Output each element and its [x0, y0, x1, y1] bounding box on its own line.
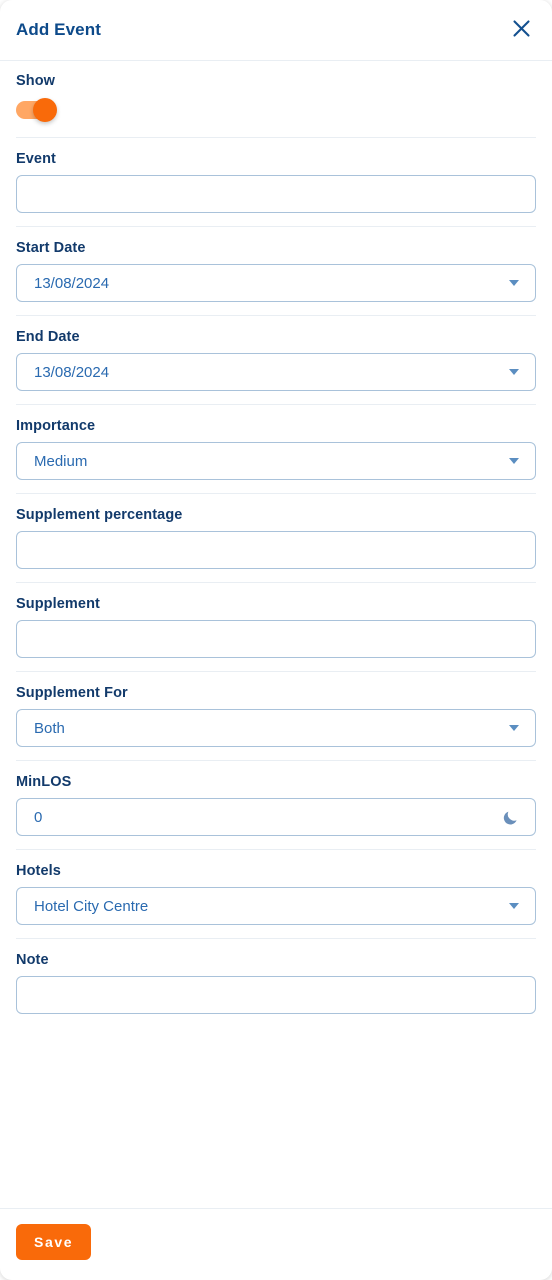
field-label-hotels: Hotels [16, 863, 61, 879]
field-supplement: Supplement [0, 583, 552, 671]
importance-select[interactable]: Medium [16, 442, 536, 480]
chevron-down-icon [509, 280, 519, 286]
start-date-select[interactable]: 13/08/2024 [16, 264, 536, 302]
minlos-value: 0 [34, 808, 43, 826]
field-start-date: Start Date 13/08/2024 [0, 227, 552, 315]
field-label-note: Note [16, 952, 49, 968]
field-label-event: Event [16, 151, 56, 167]
show-toggle[interactable] [16, 98, 68, 122]
field-minlos: MinLOS 0 [0, 761, 552, 849]
close-button[interactable] [506, 15, 536, 45]
chevron-down-icon [509, 458, 519, 464]
event-input[interactable] [16, 175, 536, 213]
chevron-down-icon [509, 369, 519, 375]
field-label-supplement-for: Supplement For [16, 685, 128, 701]
dialog-header: Add Event [0, 0, 552, 61]
add-event-dialog: Add Event Show Event Start Date 13/08/20… [0, 0, 552, 1280]
start-date-value: 13/08/2024 [34, 274, 110, 292]
dialog-body: Show Event Start Date 13/08/2024 End Dat… [0, 61, 552, 1208]
field-label-end-date: End Date [16, 329, 80, 345]
field-label-show: Show [16, 73, 56, 89]
toggle-knob [33, 98, 57, 122]
field-end-date: End Date 13/08/2024 [0, 316, 552, 404]
supplement-percentage-input[interactable] [16, 531, 536, 569]
note-input[interactable] [16, 976, 536, 1014]
end-date-value: 13/08/2024 [34, 363, 110, 381]
field-label-minlos: MinLOS [16, 774, 72, 790]
field-note: Note [0, 939, 552, 1027]
supplement-for-select[interactable]: Both [16, 709, 536, 747]
field-label-supplement-percentage: Supplement percentage [16, 507, 183, 523]
field-supplement-for: Supplement For Both [0, 672, 552, 760]
chevron-down-icon [509, 903, 519, 909]
importance-value: Medium [34, 452, 88, 470]
field-show: Show [0, 61, 552, 137]
hotels-value: Hotel City Centre [34, 897, 149, 915]
field-importance: Importance Medium [0, 405, 552, 493]
supplement-for-value: Both [34, 719, 65, 737]
chevron-down-icon [509, 725, 519, 731]
field-label-supplement: Supplement [16, 596, 100, 612]
field-supplement-percentage: Supplement percentage [0, 494, 552, 582]
hotels-select[interactable]: Hotel City Centre [16, 887, 536, 925]
close-icon [512, 19, 531, 41]
moon-icon [501, 807, 521, 827]
field-label-start-date: Start Date [16, 240, 86, 256]
field-hotels: Hotels Hotel City Centre [0, 850, 552, 938]
save-button[interactable]: Save [16, 1224, 92, 1260]
page-title: Add Event [16, 20, 101, 39]
minlos-input[interactable]: 0 [16, 798, 536, 836]
end-date-select[interactable]: 13/08/2024 [16, 353, 536, 391]
dialog-footer: Save [0, 1208, 552, 1280]
field-label-importance: Importance [16, 418, 96, 434]
supplement-input[interactable] [16, 620, 536, 658]
field-event: Event [0, 138, 552, 226]
